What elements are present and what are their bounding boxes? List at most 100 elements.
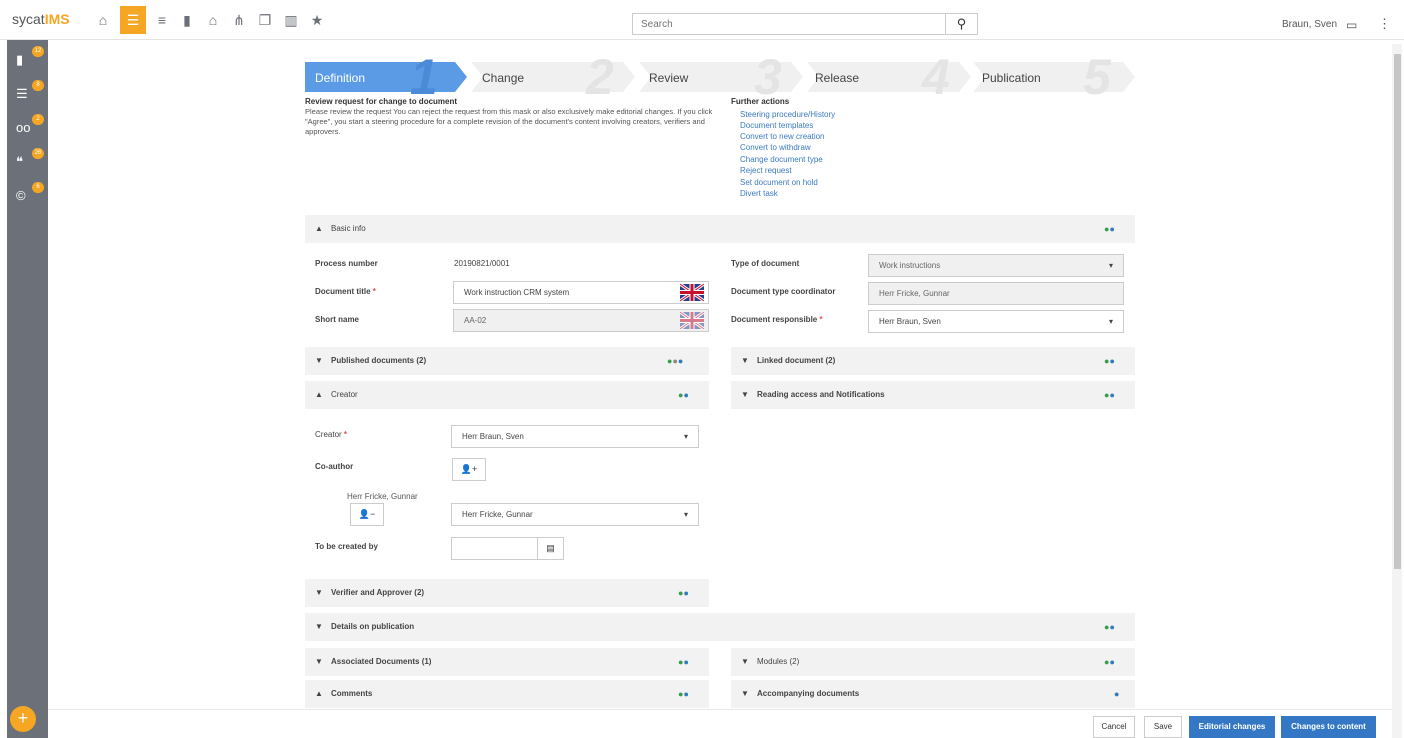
link-steering-procedure[interactable]: Steering procedure/History bbox=[740, 110, 835, 119]
link-change-document-type[interactable]: Change document type bbox=[740, 155, 823, 164]
home-icon[interactable]: ⌂ bbox=[96, 13, 110, 27]
panel-comments[interactable]: ▲ Comments ●● bbox=[305, 680, 709, 708]
panel-creator[interactable]: ▲ Creator ●● bbox=[305, 381, 709, 409]
save-button[interactable]: Save bbox=[1144, 716, 1182, 738]
step-change[interactable]: 2 Change bbox=[471, 49, 631, 105]
panel-title: Associated Documents (1) bbox=[331, 657, 432, 666]
caret-down-icon: ▾ bbox=[683, 432, 688, 441]
uk-flag-icon[interactable] bbox=[680, 284, 704, 301]
short-name-field[interactable]: AA-02 bbox=[453, 309, 709, 332]
panel-linked-document[interactable]: ▼ Linked document (2) ●● bbox=[731, 347, 1135, 375]
graduation-cap-icon[interactable]: ⌂ bbox=[206, 13, 220, 27]
link-document-templates[interactable]: Document templates bbox=[740, 121, 813, 130]
step-release[interactable]: 4 Release bbox=[807, 49, 967, 105]
step-publication[interactable]: 5 Publication bbox=[973, 49, 1133, 105]
sidebar-item-tasks[interactable]: ☰ 8 bbox=[16, 80, 44, 106]
tasks-icon[interactable]: ☰ bbox=[120, 6, 146, 34]
caret-down-icon: ▾ bbox=[683, 510, 688, 519]
link-set-on-hold[interactable]: Set document on hold bbox=[740, 178, 818, 187]
add-coauthor-button[interactable]: 👤+ bbox=[452, 458, 486, 481]
link-convert-new-creation[interactable]: Convert to new creation bbox=[740, 132, 825, 141]
expand-down-icon: ▼ bbox=[315, 356, 323, 365]
scrollbar-thumb[interactable] bbox=[1394, 54, 1401, 569]
top-bar: sycatIMS ⌂ ☰ ≡ ▮ ⌂ ⋔ ❐ ▥ ★ ⚲ Braun, Sven… bbox=[0, 0, 1404, 40]
step-number: 2 bbox=[586, 49, 614, 105]
add-fab-button[interactable]: + bbox=[10, 706, 36, 732]
link-divert-task[interactable]: Divert task bbox=[740, 189, 778, 198]
panel-title: Verifier and Approver (2) bbox=[331, 588, 425, 597]
changes-to-content-button[interactable]: Changes to content bbox=[1281, 716, 1376, 738]
panel-title: Details on publication bbox=[331, 622, 415, 631]
type-of-document-label: Type of document bbox=[731, 259, 800, 268]
panel-accompanying-documents[interactable]: ▼ Accompanying documents ● bbox=[731, 680, 1135, 708]
step-review[interactable]: 3 Review bbox=[639, 49, 799, 105]
sidebar-item-review[interactable]: © 6 bbox=[16, 182, 44, 208]
app-logo[interactable]: sycatIMS bbox=[12, 11, 70, 27]
panel-title: Published documents (2) bbox=[331, 356, 427, 365]
sidebar-item-documents[interactable]: ▮ 12 bbox=[16, 46, 44, 72]
help-icon: ● bbox=[1109, 390, 1115, 400]
cancel-button[interactable]: Cancel bbox=[1093, 716, 1135, 738]
calendar-button[interactable]: ▤ bbox=[537, 537, 564, 560]
copy-icon[interactable]: ❐ bbox=[258, 13, 272, 27]
user-name[interactable]: Braun, Sven bbox=[1282, 19, 1337, 30]
creator-select[interactable]: Herr Braun, Sven ▾ bbox=[451, 425, 699, 448]
step-label: Publication bbox=[982, 71, 1041, 85]
star-icon[interactable]: ★ bbox=[310, 13, 324, 27]
search-input[interactable] bbox=[632, 13, 946, 35]
expand-down-icon: ▼ bbox=[741, 356, 749, 365]
to-be-created-by-date-input[interactable] bbox=[451, 537, 538, 560]
required-icon: * bbox=[819, 315, 823, 324]
panel-verifier-approver[interactable]: ▼ Verifier and Approver (2) ●● bbox=[305, 579, 709, 607]
further-actions-title: Further actions bbox=[731, 97, 790, 106]
more-menu-icon[interactable]: ⋮ bbox=[1378, 16, 1391, 32]
badge: 26 bbox=[32, 148, 44, 159]
intro-text: Please review the request You can reject… bbox=[305, 107, 713, 136]
review-icon: © bbox=[16, 188, 26, 203]
panel-title: Modules (2) bbox=[757, 657, 800, 666]
caret-down-icon: ▾ bbox=[1108, 317, 1113, 326]
document-icon[interactable]: ▮ bbox=[180, 13, 194, 27]
document-title-field[interactable]: Work instruction CRM system bbox=[453, 281, 709, 304]
step-number: 5 bbox=[1083, 49, 1111, 105]
remove-coauthor-button[interactable]: 👤− bbox=[350, 503, 384, 526]
field-value: Herr Fricke, Gunnar bbox=[879, 289, 950, 298]
help-icon: ● bbox=[1109, 657, 1115, 667]
search-button[interactable]: ⚲ bbox=[946, 13, 978, 35]
document-icon: ▮ bbox=[16, 52, 24, 67]
list-icon[interactable]: ≡ bbox=[155, 13, 169, 27]
help-icon: ● bbox=[683, 390, 689, 400]
coauthor-select[interactable]: Herr Fricke, Gunnar ▾ bbox=[451, 503, 699, 526]
bar-chart-icon[interactable]: ▥ bbox=[284, 13, 298, 27]
panel-reading-access[interactable]: ▼ Reading access and Notifications ●● bbox=[731, 381, 1135, 409]
search-icon: ⚲ bbox=[956, 16, 967, 31]
type-of-document-select[interactable]: Work instructions ▾ bbox=[868, 254, 1124, 277]
link-reject-request[interactable]: Reject request bbox=[740, 166, 792, 175]
panel-published-documents[interactable]: ▼ Published documents (2) ●●● bbox=[305, 347, 709, 375]
sidebar-item-comments[interactable]: ❝ 26 bbox=[16, 148, 44, 174]
panel-basic-info[interactable]: ▲ Basic info ●● bbox=[305, 215, 1135, 243]
expand-down-icon: ▼ bbox=[315, 588, 323, 597]
help-icon: ● bbox=[677, 356, 684, 366]
panel-title: Creator bbox=[331, 390, 358, 399]
field-value: Work instructions bbox=[879, 261, 941, 270]
remove-user-icon: 👤− bbox=[358, 509, 376, 519]
monitor-icon[interactable]: ▭ bbox=[1346, 18, 1357, 32]
process-number-label: Process number bbox=[315, 259, 378, 268]
badge: 2 bbox=[32, 114, 44, 125]
document-responsible-select[interactable]: Herr Braun, Sven ▾ bbox=[868, 310, 1124, 333]
sidebar: ▮ 12 ☰ 8 oo 2 ❝ 26 © 6 bbox=[7, 40, 48, 738]
step-definition[interactable]: 1 Definition bbox=[305, 49, 465, 105]
org-chart-icon[interactable]: ⋔ bbox=[232, 13, 246, 27]
panel-associated-documents[interactable]: ▼ Associated Documents (1) ●● bbox=[305, 648, 709, 676]
link-convert-withdraw[interactable]: Convert to withdraw bbox=[740, 143, 811, 152]
panel-details-publication[interactable]: ▼ Details on publication ●● bbox=[305, 613, 1135, 641]
sidebar-item-reading[interactable]: oo 2 bbox=[16, 114, 44, 140]
help-icon: ● bbox=[683, 657, 689, 667]
required-icon: * bbox=[372, 287, 376, 296]
help-icon: ● bbox=[683, 588, 689, 598]
panel-modules[interactable]: ▼ Modules (2) ●● bbox=[731, 648, 1135, 676]
uk-flag-icon[interactable] bbox=[680, 312, 704, 329]
editorial-changes-button[interactable]: Editorial changes bbox=[1189, 716, 1275, 738]
document-type-coordinator-label: Document type coordinator bbox=[731, 287, 836, 296]
